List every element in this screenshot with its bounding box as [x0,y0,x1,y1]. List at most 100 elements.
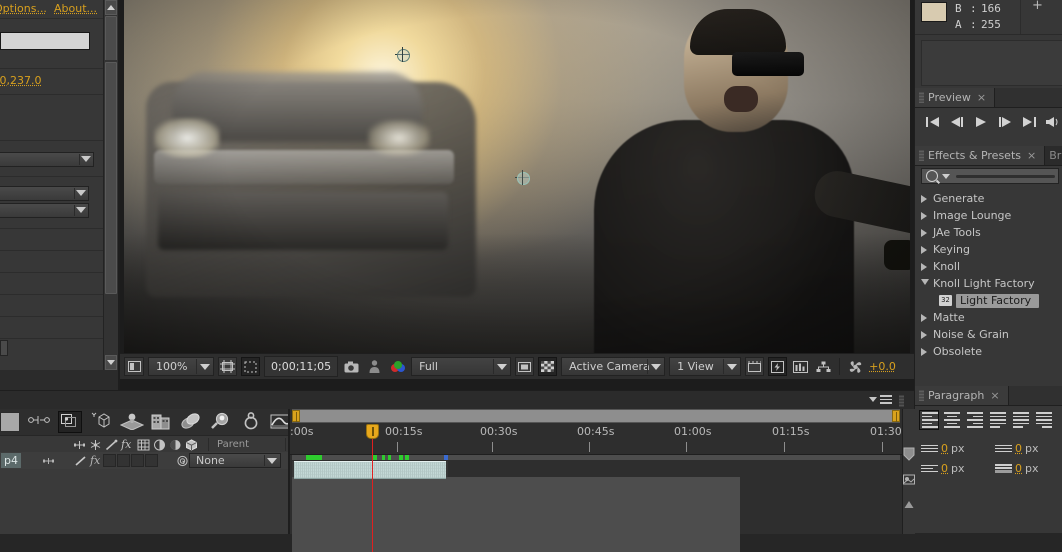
time-ruler[interactable]: :00s 00:15s 00:30s 00:45s 01:00s 01:15s 01:30 [290,424,902,455]
effects-list-item[interactable]: 32 Light Factory [915,292,1062,309]
chevron-right-icon[interactable] [921,195,927,203]
audio-button[interactable] [1045,115,1061,129]
effects-search-input[interactable] [921,168,1059,184]
close-icon[interactable]: × [1027,149,1036,162]
chevron-right-icon[interactable] [921,263,927,271]
mask-visibility-icon[interactable] [241,357,260,376]
first-line-indent-field[interactable]: 0 px [921,462,965,475]
effects-list-item[interactable]: Noise & Grain [915,326,1062,343]
play-button[interactable] [973,115,989,129]
exposure-value[interactable]: +0.0 [869,360,896,373]
toggle-switches-modes-icon[interactable] [903,447,915,467]
layer-clip-bar[interactable] [294,461,446,479]
timeline-layer-row[interactable]: p4 fx None [0,452,290,470]
layer-motion-blur-switch[interactable] [74,455,87,467]
chevron-right-icon[interactable] [921,348,927,356]
layer-name-label[interactable]: p4 [1,453,21,468]
pixel-aspect-icon[interactable] [745,357,764,376]
link-icon[interactable] [28,412,50,432]
motion-blur-icon[interactable] [105,439,118,451]
left-dropdown-3[interactable] [0,203,89,218]
tab-brushes[interactable]: Brus [1045,146,1062,165]
magnification-dropdown[interactable]: 100% [148,357,214,376]
space-before-field[interactable]: 0 px [995,462,1039,475]
anchor-point-icon[interactable] [73,439,86,451]
last-frame-button[interactable] [1021,115,1037,129]
justify-last-right-button[interactable] [1034,410,1054,430]
layer-fx-switch[interactable]: fx [90,455,103,467]
comp-mini-flowchart-icon[interactable] [903,473,915,493]
first-line-indent-value[interactable]: 0 [941,462,948,475]
panel-grip-icon[interactable] [919,150,924,161]
effects-list-item[interactable]: Generate [915,190,1062,207]
tab-paragraph[interactable]: Paragraph × [915,386,1009,405]
current-timecode[interactable]: 0;00;11;05 [264,356,338,377]
frame-blend-icon[interactable] [137,439,150,451]
camera-orbit-icon[interactable] [240,412,262,432]
tab-effects-presets[interactable]: Effects & Presets × [915,146,1045,165]
composition-canvas[interactable] [124,0,910,353]
timeline-icon[interactable] [791,357,810,376]
light-source-marker[interactable] [515,170,530,185]
search-dropdown-icon[interactable] [942,174,950,179]
timeline-panel-menu-button[interactable] [869,395,892,404]
panel-grip-icon[interactable] [919,390,924,401]
effects-list-item[interactable]: Knoll Light Factory [915,275,1062,292]
effects-list-item[interactable]: JAe Tools [915,224,1062,241]
left-scrollbar-outer[interactable] [103,60,118,370]
chevron-right-icon[interactable] [921,331,927,339]
resolution-dropdown[interactable]: Full [411,357,511,376]
effects-tree-list[interactable]: Generate Image Lounge JAe Tools Keying Knoll… [915,190,1062,360]
indent-left-margin-field[interactable]: 0 px [921,442,965,455]
align-left-button[interactable] [919,410,939,430]
work-area-start-handle[interactable] [292,410,300,422]
left-coordinate-value[interactable]: .0,237.0 [0,74,41,87]
about-link[interactable]: About... [54,2,97,15]
grid-guides-icon[interactable] [218,357,237,376]
layer-parent-dropdown[interactable]: None [189,453,281,468]
camera-icon[interactable] [342,357,361,376]
chevron-right-icon[interactable] [921,246,927,254]
view-layout-dropdown[interactable]: 1 View [669,357,741,376]
effects-list-item[interactable]: Obsolete [915,343,1062,360]
transform-box-icon[interactable] [58,411,82,433]
tab-preview[interactable]: Preview × [915,88,995,107]
chevron-down-icon[interactable] [921,279,929,289]
light-bulb-icon[interactable] [210,412,232,432]
close-icon[interactable]: × [977,91,986,104]
comp-flowchart-icon[interactable] [814,357,833,376]
chevron-right-icon[interactable] [921,229,927,237]
solo-star-icon[interactable] [89,439,102,451]
work-area-end-handle[interactable] [892,410,900,422]
left-dropdown-1[interactable] [0,152,94,167]
layer-parent-pick-whip[interactable] [176,455,189,467]
show-snapshot-icon[interactable] [365,357,384,376]
adjustment-layer-icon[interactable] [169,439,182,451]
effects-list-item[interactable]: Matte [915,309,1062,326]
timeline-graph-area[interactable]: :00s 00:15s 00:30s 00:45s 01:00s 01:15s 01:30 [290,409,902,534]
new-3d-layer-icon[interactable] [90,412,112,432]
layer-color-swatch[interactable] [0,412,20,432]
space-before-value[interactable]: 0 [1015,462,1022,475]
expand-collapse-icon[interactable] [903,499,915,519]
options-link[interactable]: Options... [0,2,47,15]
channel-rgb-icon[interactable] [388,357,407,376]
roi-icon[interactable] [124,357,144,376]
work-area-bar[interactable] [292,409,900,423]
align-right-button[interactable] [965,410,985,430]
exposure-icon[interactable] [846,357,865,376]
layer-switch-2[interactable] [117,454,130,467]
layer-anchor-switch[interactable] [42,455,55,467]
close-icon[interactable]: × [990,389,999,402]
panel-grip-icon[interactable] [899,395,904,407]
layer-switch-1[interactable] [103,454,116,467]
panel-grip-icon[interactable] [919,92,924,103]
indent-right-margin-field[interactable]: 0 px [995,442,1039,455]
ellipse-stack-icon[interactable] [180,412,202,432]
previous-frame-button[interactable] [949,115,965,129]
indent-left-value[interactable]: 0 [941,442,948,455]
region-of-interest-icon[interactable] [515,357,534,376]
effects-list-item[interactable]: Knoll [915,258,1062,275]
align-center-button[interactable] [942,410,962,430]
effects-list-item[interactable]: Image Lounge [915,207,1062,224]
